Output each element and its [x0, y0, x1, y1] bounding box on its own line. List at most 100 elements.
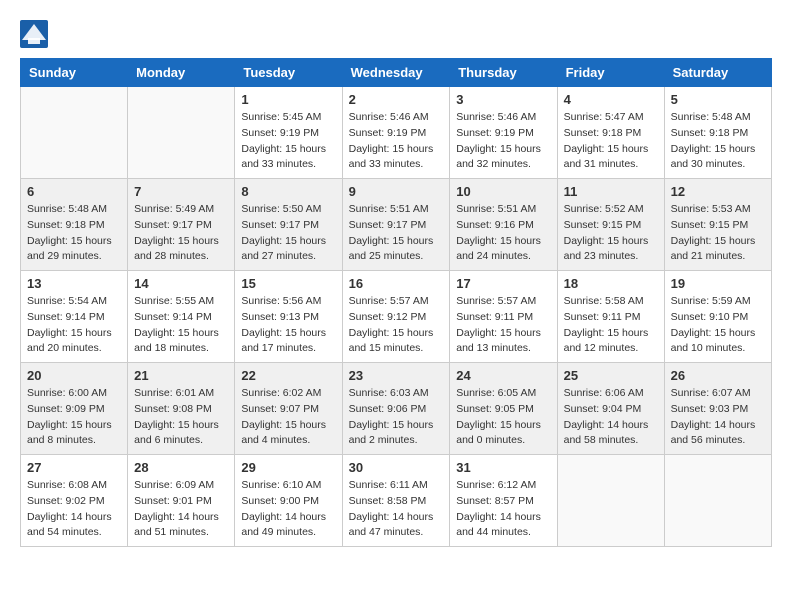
calendar-cell: 20 Sunrise: 6:00 AM Sunset: 9:09 PM Dayli…: [21, 363, 128, 455]
day-number: 16: [349, 276, 444, 291]
day-info: Sunrise: 5:54 AM Sunset: 9:14 PM Dayligh…: [27, 294, 121, 357]
calendar-cell: 13 Sunrise: 5:54 AM Sunset: 9:14 PM Dayli…: [21, 271, 128, 363]
calendar-cell: 1Sunrise: 5:45 AM Sunset: 9:19 PM Daylig…: [235, 87, 342, 179]
day-info: Sunrise: 5:53 AM Sunset: 9:15 PM Dayligh…: [671, 202, 765, 265]
day-number: 6: [27, 184, 121, 199]
day-info: Sunrise: 6:00 AM Sunset: 9:09 PM Dayligh…: [27, 386, 121, 449]
day-number: 24: [456, 368, 550, 383]
day-info: Sunrise: 5:56 AM Sunset: 9:13 PM Dayligh…: [241, 294, 335, 357]
day-number: 13: [27, 276, 121, 291]
calendar-cell: 23Sunrise: 6:03 AM Sunset: 9:06 PM Dayli…: [342, 363, 450, 455]
logo-icon: [20, 20, 48, 48]
day-info: Sunrise: 5:59 AM Sunset: 9:10 PM Dayligh…: [671, 294, 765, 357]
calendar-header-row: SundayMondayTuesdayWednesdayThursdayFrid…: [21, 59, 772, 87]
col-header-monday: Monday: [128, 59, 235, 87]
day-info: Sunrise: 5:46 AM Sunset: 9:19 PM Dayligh…: [349, 110, 444, 173]
day-info: Sunrise: 6:02 AM Sunset: 9:07 PM Dayligh…: [241, 386, 335, 449]
day-info: Sunrise: 6:10 AM Sunset: 9:00 PM Dayligh…: [241, 478, 335, 541]
logo: [20, 20, 52, 48]
calendar: SundayMondayTuesdayWednesdayThursdayFrid…: [20, 58, 772, 547]
day-info: Sunrise: 5:52 AM Sunset: 9:15 PM Dayligh…: [564, 202, 658, 265]
day-info: Sunrise: 5:49 AM Sunset: 9:17 PM Dayligh…: [134, 202, 228, 265]
calendar-cell: 26Sunrise: 6:07 AM Sunset: 9:03 PM Dayli…: [664, 363, 771, 455]
calendar-cell: 19 Sunrise: 5:59 AM Sunset: 9:10 PM Dayli…: [664, 271, 771, 363]
day-number: 4: [564, 92, 658, 107]
calendar-cell: [21, 87, 128, 179]
day-number: 2: [349, 92, 444, 107]
col-header-sunday: Sunday: [21, 59, 128, 87]
day-info: Sunrise: 5:48 AM Sunset: 9:18 PM Dayligh…: [27, 202, 121, 265]
calendar-cell: 25 Sunrise: 6:06 AM Sunset: 9:04 PM Dayli…: [557, 363, 664, 455]
day-info: Sunrise: 6:09 AM Sunset: 9:01 PM Dayligh…: [134, 478, 228, 541]
day-info: Sunrise: 5:57 AM Sunset: 9:12 PM Dayligh…: [349, 294, 444, 357]
day-info: Sunrise: 5:50 AM Sunset: 9:17 PM Dayligh…: [241, 202, 335, 265]
day-number: 29: [241, 460, 335, 475]
calendar-cell: 16 Sunrise: 5:57 AM Sunset: 9:12 PM Dayli…: [342, 271, 450, 363]
day-number: 30: [349, 460, 444, 475]
calendar-cell: 8 Sunrise: 5:50 AM Sunset: 9:17 PM Daylig…: [235, 179, 342, 271]
day-number: 1: [241, 92, 335, 107]
calendar-cell: 6 Sunrise: 5:48 AM Sunset: 9:18 PM Daylig…: [21, 179, 128, 271]
col-header-wednesday: Wednesday: [342, 59, 450, 87]
calendar-cell: [664, 455, 771, 547]
calendar-cell: 22 Sunrise: 6:02 AM Sunset: 9:07 PM Dayli…: [235, 363, 342, 455]
day-number: 22: [241, 368, 335, 383]
day-info: Sunrise: 5:51 AM Sunset: 9:16 PM Dayligh…: [456, 202, 550, 265]
day-number: 21: [134, 368, 228, 383]
day-info: Sunrise: 6:03 AM Sunset: 9:06 PM Dayligh…: [349, 386, 444, 449]
day-number: 3: [456, 92, 550, 107]
day-info: Sunrise: 6:01 AM Sunset: 9:08 PM Dayligh…: [134, 386, 228, 449]
calendar-cell: 29 Sunrise: 6:10 AM Sunset: 9:00 PM Dayli…: [235, 455, 342, 547]
calendar-cell: 24Sunrise: 6:05 AM Sunset: 9:05 PM Dayli…: [450, 363, 557, 455]
day-info: Sunrise: 6:12 AM Sunset: 8:57 PM Dayligh…: [456, 478, 550, 541]
day-info: Sunrise: 6:08 AM Sunset: 9:02 PM Dayligh…: [27, 478, 121, 541]
calendar-cell: 3 Sunrise: 5:46 AM Sunset: 9:19 PM Daylig…: [450, 87, 557, 179]
day-number: 10: [456, 184, 550, 199]
calendar-cell: 5 Sunrise: 5:48 AM Sunset: 9:18 PM Daylig…: [664, 87, 771, 179]
day-info: Sunrise: 6:11 AM Sunset: 8:58 PM Dayligh…: [349, 478, 444, 541]
calendar-cell: [128, 87, 235, 179]
day-info: Sunrise: 5:46 AM Sunset: 9:19 PM Dayligh…: [456, 110, 550, 173]
calendar-week-row: 27Sunrise: 6:08 AM Sunset: 9:02 PM Dayli…: [21, 455, 772, 547]
calendar-cell: 2 Sunrise: 5:46 AM Sunset: 9:19 PM Daylig…: [342, 87, 450, 179]
calendar-cell: 31 Sunrise: 6:12 AM Sunset: 8:57 PM Dayli…: [450, 455, 557, 547]
day-info: Sunrise: 5:55 AM Sunset: 9:14 PM Dayligh…: [134, 294, 228, 357]
calendar-cell: 12 Sunrise: 5:53 AM Sunset: 9:15 PM Dayli…: [664, 179, 771, 271]
calendar-cell: 18Sunrise: 5:58 AM Sunset: 9:11 PM Dayli…: [557, 271, 664, 363]
day-number: 12: [671, 184, 765, 199]
day-number: 31: [456, 460, 550, 475]
day-number: 7: [134, 184, 228, 199]
day-info: Sunrise: 5:47 AM Sunset: 9:18 PM Dayligh…: [564, 110, 658, 173]
calendar-cell: 10 Sunrise: 5:51 AM Sunset: 9:16 PM Dayli…: [450, 179, 557, 271]
calendar-cell: 7 Sunrise: 5:49 AM Sunset: 9:17 PM Daylig…: [128, 179, 235, 271]
day-number: 28: [134, 460, 228, 475]
day-number: 19: [671, 276, 765, 291]
day-info: Sunrise: 6:06 AM Sunset: 9:04 PM Dayligh…: [564, 386, 658, 449]
day-number: 11: [564, 184, 658, 199]
calendar-cell: 21 Sunrise: 6:01 AM Sunset: 9:08 PM Dayli…: [128, 363, 235, 455]
calendar-cell: 9Sunrise: 5:51 AM Sunset: 9:17 PM Daylig…: [342, 179, 450, 271]
calendar-cell: 11 Sunrise: 5:52 AM Sunset: 9:15 PM Dayli…: [557, 179, 664, 271]
day-info: Sunrise: 5:48 AM Sunset: 9:18 PM Dayligh…: [671, 110, 765, 173]
calendar-cell: [557, 455, 664, 547]
calendar-week-row: 6 Sunrise: 5:48 AM Sunset: 9:18 PM Daylig…: [21, 179, 772, 271]
calendar-cell: 4 Sunrise: 5:47 AM Sunset: 9:18 PM Daylig…: [557, 87, 664, 179]
day-number: 15: [241, 276, 335, 291]
day-info: Sunrise: 5:58 AM Sunset: 9:11 PM Dayligh…: [564, 294, 658, 357]
day-number: 26: [671, 368, 765, 383]
calendar-cell: 14Sunrise: 5:55 AM Sunset: 9:14 PM Dayli…: [128, 271, 235, 363]
day-number: 20: [27, 368, 121, 383]
calendar-week-row: 20 Sunrise: 6:00 AM Sunset: 9:09 PM Dayli…: [21, 363, 772, 455]
day-number: 5: [671, 92, 765, 107]
day-number: 25: [564, 368, 658, 383]
day-number: 9: [349, 184, 444, 199]
calendar-cell: 15 Sunrise: 5:56 AM Sunset: 9:13 PM Dayli…: [235, 271, 342, 363]
calendar-week-row: 13 Sunrise: 5:54 AM Sunset: 9:14 PM Dayli…: [21, 271, 772, 363]
col-header-thursday: Thursday: [450, 59, 557, 87]
calendar-cell: 17 Sunrise: 5:57 AM Sunset: 9:11 PM Dayli…: [450, 271, 557, 363]
col-header-friday: Friday: [557, 59, 664, 87]
day-number: 17: [456, 276, 550, 291]
day-number: 8: [241, 184, 335, 199]
day-info: Sunrise: 5:57 AM Sunset: 9:11 PM Dayligh…: [456, 294, 550, 357]
col-header-saturday: Saturday: [664, 59, 771, 87]
